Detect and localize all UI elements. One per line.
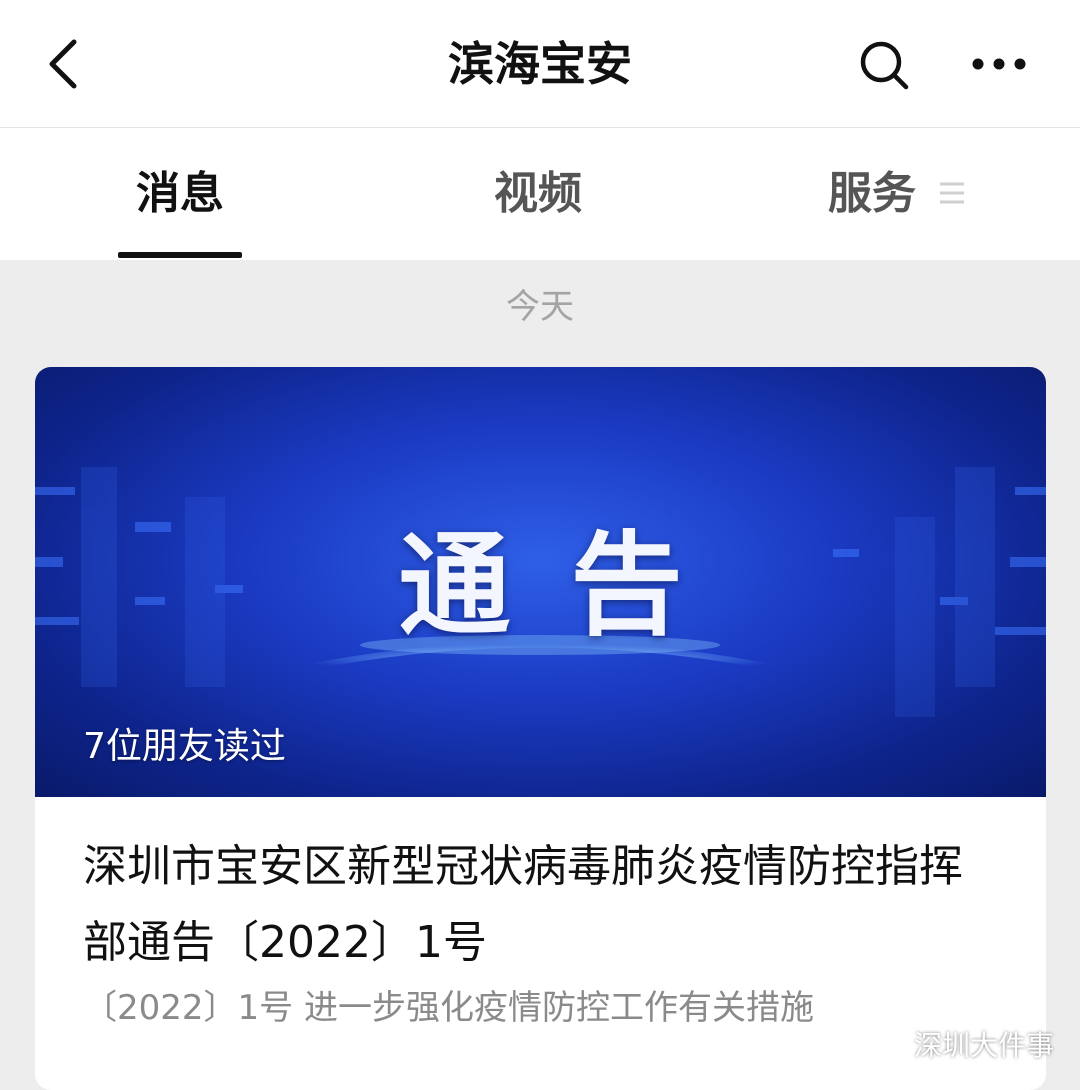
article-card[interactable]: 通告 7位朋友读过 深圳市宝安区新型冠状病毒肺炎疫情防控指挥部通告〔2022〕1… [35, 367, 1046, 1090]
search-icon [860, 41, 909, 90]
article-title[interactable]: 深圳市宝安区新型冠状病毒肺炎疫情防控指挥部通告〔2022〕1号 [83, 829, 1003, 981]
article-summary[interactable]: 〔2022〕1号 进一步强化疫情防控工作有关措施 [83, 983, 983, 1033]
wechat-icon [868, 1028, 907, 1059]
tab-bar: 消息 视频 服务 [0, 128, 1080, 260]
more-dots-icon [972, 58, 1026, 70]
tab-service[interactable]: 服务 [828, 164, 928, 224]
top-nav-bar: 滨海宝安 [0, 0, 1080, 128]
page-title: 滨海宝安 [448, 37, 632, 91]
chevron-left-icon [49, 39, 77, 89]
article-cover-image: 通告 7位朋友读过 [35, 367, 1046, 797]
search-button[interactable] [854, 36, 914, 96]
banner-headline: 通告 [398, 520, 743, 651]
more-button[interactable] [966, 40, 1032, 88]
menu-lines-icon[interactable] [938, 178, 966, 208]
watermark-text: 深圳大件事 [914, 1029, 1055, 1062]
friends-read-count: 7位朋友读过 [83, 726, 286, 767]
date-separator: 今天 [506, 287, 574, 327]
tab-video[interactable]: 视频 [470, 164, 606, 224]
source-watermark: 深圳大件事 [868, 1022, 1054, 1066]
back-button[interactable] [38, 34, 94, 94]
tab-messages[interactable]: 消息 [118, 164, 242, 224]
active-tab-indicator [118, 252, 242, 258]
